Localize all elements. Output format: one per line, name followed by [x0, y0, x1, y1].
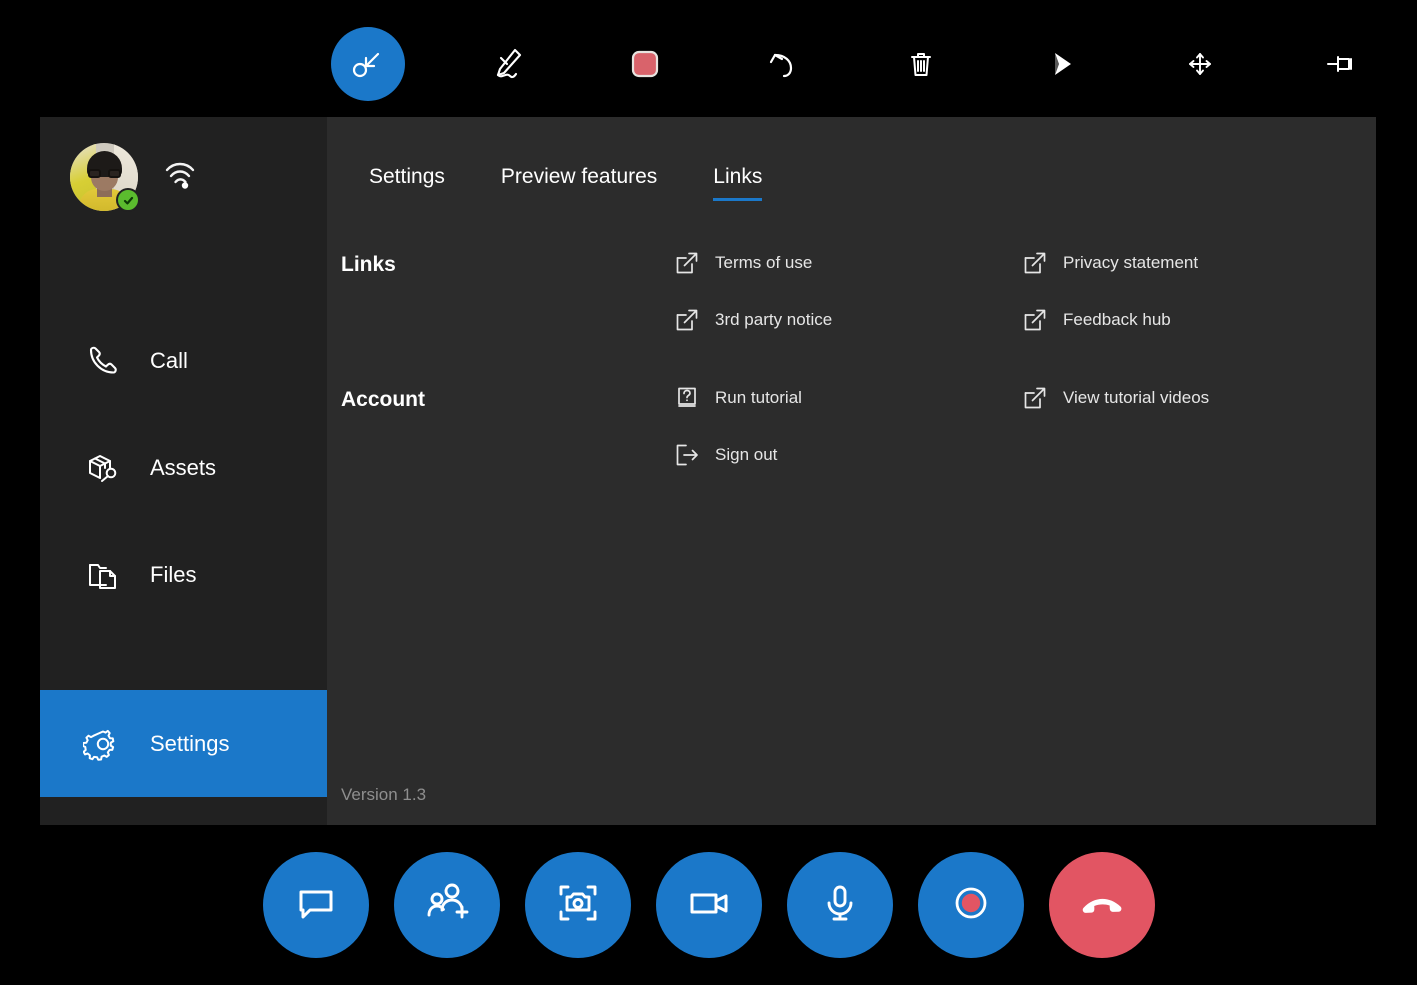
link-label: Terms of use: [715, 253, 812, 273]
video-button[interactable]: [656, 852, 762, 958]
sidebar-item-assets[interactable]: Assets: [40, 414, 327, 521]
help-book-icon: [675, 386, 699, 410]
account-column-left: Run tutorial Sign out: [675, 386, 1023, 467]
files-folder-icon: [82, 554, 124, 596]
external-link-icon: [1023, 386, 1047, 410]
pin-icon: [1320, 44, 1360, 84]
external-link-icon: [675, 308, 699, 332]
sidebar-item-label: Call: [150, 348, 188, 374]
eraser-icon: [625, 44, 665, 84]
arrow-tool[interactable]: [1024, 27, 1098, 101]
hang-up-button[interactable]: [1049, 852, 1155, 958]
link-label: Privacy statement: [1063, 253, 1198, 273]
phone-icon: [82, 340, 124, 382]
record-button[interactable]: [918, 852, 1024, 958]
call-action-bar: [0, 825, 1417, 985]
eraser-tool[interactable]: [608, 27, 682, 101]
section-links: Links Terms of use: [327, 251, 1376, 332]
select-cursor-icon: [347, 43, 389, 85]
links-column-right: Privacy statement Feedback hub: [1023, 251, 1371, 332]
link-label: View tutorial videos: [1063, 388, 1209, 408]
undo-tool[interactable]: [746, 27, 820, 101]
profile-block: [70, 143, 200, 211]
undo-icon: [762, 43, 804, 85]
tab-settings[interactable]: Settings: [341, 165, 473, 201]
video-camera-icon: [682, 876, 736, 935]
add-person-icon: [421, 877, 473, 934]
tab-links[interactable]: Links: [685, 165, 790, 201]
external-link-icon: [1023, 251, 1047, 275]
status-badge-available: [116, 188, 140, 212]
sidebar-item-call[interactable]: Call: [40, 307, 327, 414]
account-column-right: View tutorial videos: [1023, 386, 1371, 410]
sidebar-item-label: Files: [150, 562, 196, 588]
microphone-button[interactable]: [787, 852, 893, 958]
sidebar-item-settings[interactable]: Settings: [40, 690, 327, 797]
settings-content: Settings Preview features Links Links: [327, 117, 1376, 825]
move-icon: [1180, 44, 1220, 84]
app-root: Call Assets: [0, 0, 1417, 985]
link-label: Sign out: [715, 445, 777, 465]
link-privacy-statement[interactable]: Privacy statement: [1023, 251, 1371, 275]
tab-bar: Settings Preview features Links: [341, 165, 790, 201]
link-label: 3rd party notice: [715, 310, 832, 330]
tab-label: Settings: [369, 165, 445, 188]
link-terms-of-use[interactable]: Terms of use: [675, 251, 1023, 275]
settings-panel: Call Assets: [40, 117, 1376, 825]
section-title: Links: [327, 251, 675, 277]
link-feedback-hub[interactable]: Feedback hub: [1023, 308, 1371, 332]
record-icon: [945, 877, 997, 934]
delete-tool[interactable]: [884, 27, 958, 101]
section-account: Account Run tutorial: [327, 386, 1376, 467]
sidebar-item-label: Assets: [150, 455, 216, 481]
chat-button[interactable]: [263, 852, 369, 958]
select-tool[interactable]: [331, 27, 405, 101]
link-label: Feedback hub: [1063, 310, 1171, 330]
pin-tool[interactable]: [1303, 27, 1377, 101]
tab-label: Preview features: [501, 165, 657, 188]
sign-out-icon: [675, 443, 699, 467]
microphone-icon: [814, 877, 866, 934]
section-title: Account: [327, 386, 675, 412]
photo-capture-button[interactable]: [525, 852, 631, 958]
trash-icon: [901, 44, 941, 84]
sidebar-item-label: Settings: [150, 731, 230, 757]
external-link-icon: [1023, 308, 1047, 332]
link-run-tutorial[interactable]: Run tutorial: [675, 386, 1023, 410]
tab-preview-features[interactable]: Preview features: [473, 165, 685, 201]
pen-icon: [485, 42, 529, 86]
annotation-toolbar: [0, 0, 1417, 112]
camera-icon: [552, 877, 604, 934]
tab-label: Links: [713, 165, 762, 188]
version-label: Version 1.3: [341, 785, 426, 805]
ink-tool[interactable]: [470, 27, 544, 101]
links-column-left: Terms of use 3rd party notice: [675, 251, 1023, 332]
link-label: Run tutorial: [715, 388, 802, 408]
link-sign-out[interactable]: Sign out: [675, 443, 1023, 467]
sidebar: Call Assets: [40, 117, 327, 825]
avatar[interactable]: [70, 143, 138, 211]
wifi-icon: [160, 160, 200, 194]
hang-up-icon: [1074, 875, 1130, 936]
link-3rd-party-notice[interactable]: 3rd party notice: [675, 308, 1023, 332]
arrow-pointer-icon: [1041, 44, 1081, 84]
gear-icon: [82, 723, 124, 765]
sidebar-nav: Call Assets: [40, 307, 327, 628]
add-participant-button[interactable]: [394, 852, 500, 958]
chat-bubble-icon: [290, 877, 342, 934]
link-view-tutorial-videos[interactable]: View tutorial videos: [1023, 386, 1371, 410]
external-link-icon: [675, 251, 699, 275]
sidebar-item-files[interactable]: Files: [40, 521, 327, 628]
assets-box-icon: [82, 447, 124, 489]
move-tool[interactable]: [1163, 27, 1237, 101]
